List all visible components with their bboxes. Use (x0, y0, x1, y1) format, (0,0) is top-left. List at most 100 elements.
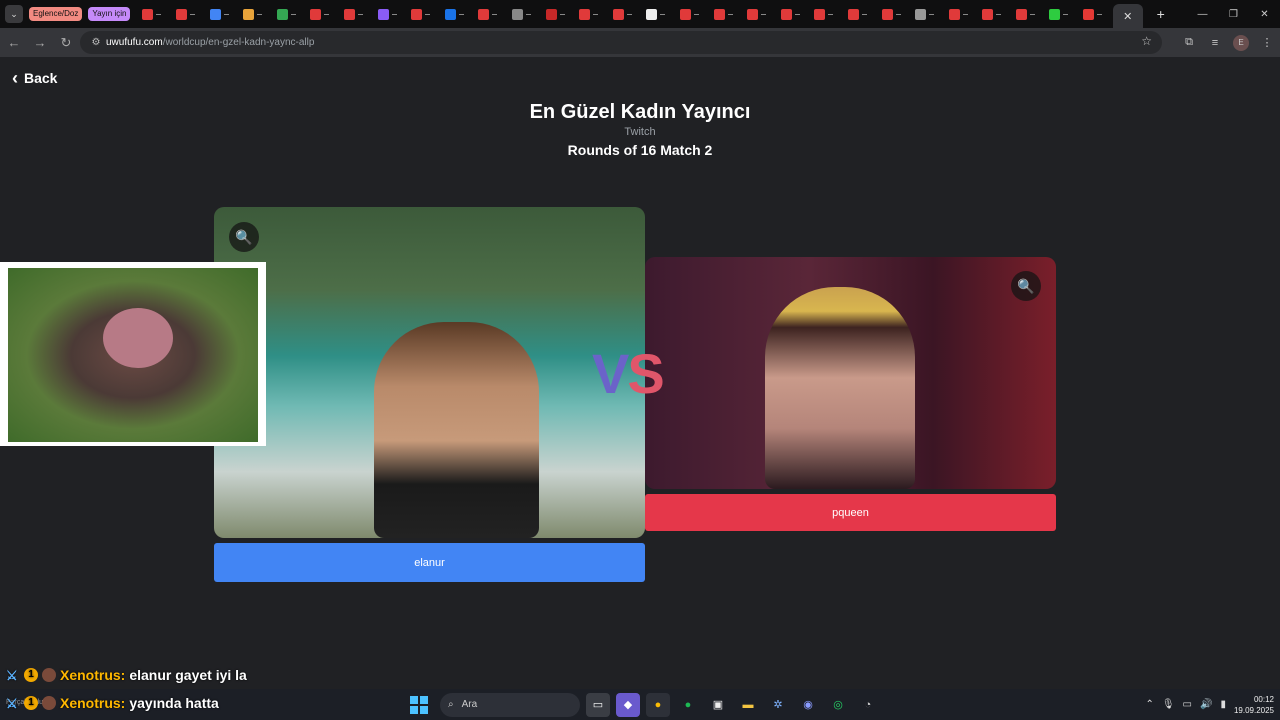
tab[interactable] (743, 0, 777, 28)
whatsapp-icon[interactable]: ◎ (826, 693, 850, 717)
tab[interactable] (206, 0, 240, 28)
extensions-icon[interactable]: ⧉ (1176, 36, 1202, 49)
forward-arrow-icon[interactable]: → (28, 31, 52, 55)
network-icon[interactable]: ▭ (1183, 699, 1192, 710)
tab[interactable] (1012, 0, 1046, 28)
tab[interactable] (945, 0, 979, 28)
chat-username: Xenotrus: (60, 667, 126, 683)
new-tab-button[interactable]: + (1151, 6, 1171, 22)
taskbar-apps: ⌕ Ara ▭ ◆ ● ● ▣ ▬ ✲ ◉ ◎ ◔ (410, 689, 880, 720)
tab[interactable] (710, 0, 744, 28)
battery-icon[interactable]: ▮ (1220, 699, 1226, 710)
tab-search-button[interactable]: ⌄ (5, 5, 23, 23)
avatar-badge-icon (42, 696, 56, 710)
tab-favicon-icon (444, 8, 456, 20)
tab[interactable] (609, 0, 643, 28)
chat-username: Xenotrus: (60, 695, 126, 711)
close-window-icon[interactable]: ✕ (1249, 0, 1280, 28)
chrome-icon[interactable]: ● (646, 692, 670, 717)
youtube-icon (411, 8, 423, 20)
tab[interactable] (542, 0, 576, 28)
youtube-icon (814, 8, 826, 20)
tab[interactable] (407, 0, 441, 28)
page-title: En Güzel Kadın Yayıncı (529, 101, 751, 123)
tab-group-eglence[interactable]: Eglence/Doz (29, 7, 83, 21)
address-bar[interactable]: ⚙ uwufufu.com /worldcup/en-gzel-kadn-yay… (80, 31, 1162, 54)
right-candidate-image[interactable]: 🔍 (645, 257, 1056, 489)
copilot-icon[interactable]: ◆ (616, 692, 640, 717)
zoom-in-icon[interactable]: 🔍 (229, 222, 259, 252)
tab[interactable] (810, 0, 844, 28)
tab[interactable] (441, 0, 475, 28)
tab[interactable] (676, 0, 710, 28)
minimize-icon[interactable]: — (1187, 0, 1218, 28)
tab[interactable] (844, 0, 878, 28)
clock-time: 00:12 (1253, 694, 1274, 704)
tab[interactable] (474, 0, 508, 28)
chat-text: yayında hatta (129, 695, 219, 711)
menu-kebab-icon[interactable]: ⋮ (1254, 36, 1280, 49)
bookmark-star-icon[interactable]: ☆ (1141, 34, 1152, 48)
clock[interactable]: 00:12 19.09.2025 (1234, 694, 1274, 716)
monkey-face (103, 308, 173, 368)
youtube-icon (612, 8, 624, 20)
left-candidate-image[interactable]: 🔍 (214, 207, 645, 538)
tab[interactable] (374, 0, 408, 28)
back-arrow-icon[interactable]: ← (2, 31, 26, 55)
tab[interactable] (172, 0, 206, 28)
tab[interactable] (273, 0, 307, 28)
chat-message: ⚔ 1 Xenotrus: yayında hatta (6, 695, 219, 711)
youtube-icon (847, 8, 859, 20)
tab[interactable] (508, 0, 542, 28)
volume-icon[interactable]: 🔊 (1200, 699, 1212, 710)
youtube-icon (881, 8, 893, 20)
kick-icon (1049, 8, 1061, 20)
obs-icon[interactable]: ◔ (856, 693, 880, 717)
tab[interactable] (306, 0, 340, 28)
chat-text: elanur gayet iyi la (129, 667, 247, 683)
site-info-icon[interactable]: ⚙ (86, 37, 106, 48)
right-choice-button[interactable]: pqueen (645, 494, 1056, 531)
microphone-icon[interactable]: 🎙 (1162, 699, 1175, 710)
sword-icon: ⚔ (6, 696, 18, 711)
tab[interactable] (340, 0, 374, 28)
restore-icon[interactable]: ❐ (1218, 0, 1249, 28)
taskbar-search[interactable]: ⌕ Ara (440, 692, 580, 717)
zoom-in-icon[interactable]: 🔍 (1011, 271, 1041, 301)
file-explorer-icon[interactable]: ▬ (736, 693, 760, 717)
tab-group-yayin[interactable]: Yayın için (88, 7, 131, 21)
tab-close-icon[interactable]: ✕ (1123, 10, 1132, 23)
task-view-icon[interactable]: ▭ (586, 692, 610, 717)
tab[interactable] (239, 0, 273, 28)
back-link[interactable]: ‹ Back (12, 68, 57, 88)
chevron-left-icon: ‹ (12, 68, 18, 88)
tab[interactable] (1079, 0, 1113, 28)
pinned-tabs (138, 0, 1112, 28)
round-label: Rounds of 16 Match 2 (567, 142, 713, 158)
tab[interactable] (138, 0, 172, 28)
twitch-icon[interactable]: ▣ (706, 693, 730, 717)
youtube-icon (948, 8, 960, 20)
chevron-up-icon[interactable]: ⌃ (1145, 699, 1153, 710)
tab[interactable] (642, 0, 676, 28)
spotify-icon[interactable]: ● (676, 693, 700, 717)
youtube-icon (579, 8, 591, 20)
discord-icon[interactable]: ◉ (796, 693, 820, 717)
media-controls-icon[interactable]: ≡ (1202, 37, 1228, 49)
left-candidate-photo (374, 322, 539, 538)
youtube-icon (713, 8, 725, 20)
profile-avatar[interactable]: E (1233, 34, 1249, 51)
tab[interactable] (978, 0, 1012, 28)
windows-start-icon[interactable] (410, 695, 428, 714)
youtube-icon (679, 8, 691, 20)
tab[interactable] (878, 0, 912, 28)
settings-gear-icon[interactable]: ✲ (766, 693, 790, 717)
tab[interactable] (911, 0, 945, 28)
tab[interactable] (777, 0, 811, 28)
reload-icon[interactable]: ↻ (54, 31, 78, 55)
github-icon (646, 8, 658, 20)
tab[interactable] (575, 0, 609, 28)
tab[interactable] (1045, 0, 1079, 28)
active-tab[interactable]: ✕ (1112, 4, 1143, 28)
left-choice-button[interactable]: elanur (214, 543, 645, 582)
